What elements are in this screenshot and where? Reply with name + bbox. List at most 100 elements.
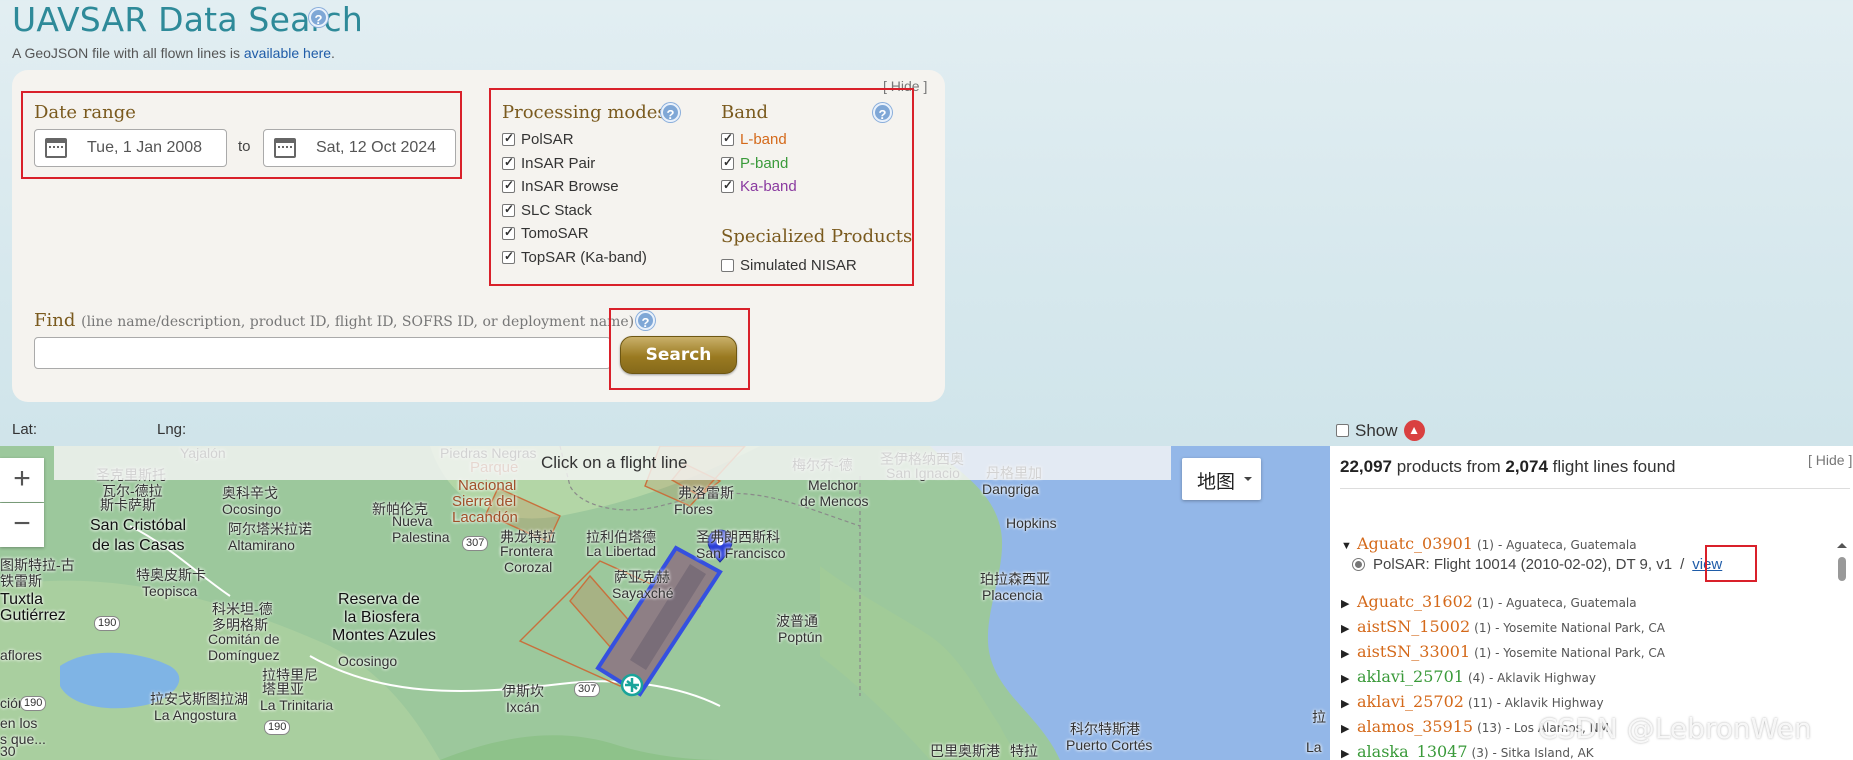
search-button[interactable]: Search bbox=[620, 336, 737, 374]
product-row[interactable]: PolSAR: Flight 10014 (2010-02-02), DT 9,… bbox=[1352, 556, 1722, 573]
band-option[interactable]: L-band bbox=[721, 131, 787, 148]
band-checkbox[interactable] bbox=[721, 178, 734, 194]
band-option[interactable]: Ka-band bbox=[721, 178, 797, 195]
mode-checkbox[interactable] bbox=[502, 131, 515, 146]
mode-checkbox[interactable] bbox=[502, 249, 515, 264]
date-to-field[interactable]: Sat, 12 Oct 2024 bbox=[263, 129, 456, 167]
route-badge: 190 bbox=[264, 720, 291, 735]
lng-label: Lng: bbox=[157, 421, 187, 438]
date-from-field[interactable]: Tue, 1 Jan 2008 bbox=[34, 129, 227, 167]
caret-down-icon bbox=[1244, 477, 1252, 485]
calendar-icon bbox=[45, 138, 67, 158]
route-badge: 190 bbox=[94, 616, 121, 631]
flight-line-name[interactable]: Aguatc_31602 bbox=[1357, 592, 1473, 611]
flight-line-name[interactable]: alamos_35915 bbox=[1357, 717, 1473, 736]
mode-option[interactable]: TomoSAR bbox=[502, 225, 589, 242]
map-place-label: 阿尔塔米拉诺 bbox=[228, 521, 312, 537]
results-count-suffix: flight lines found bbox=[1547, 457, 1676, 476]
mode-option[interactable]: TopSAR (Ka-band) bbox=[502, 249, 647, 266]
scrollbar-thumb[interactable] bbox=[1838, 557, 1846, 581]
find-input[interactable] bbox=[34, 337, 611, 369]
expand-icon[interactable]: ▶ bbox=[1341, 647, 1353, 660]
mode-option-label: SLC Stack bbox=[521, 201, 592, 219]
band-checkbox[interactable] bbox=[721, 155, 734, 170]
map-place-label: Poptún bbox=[778, 629, 823, 645]
mode-option[interactable]: SLC Stack bbox=[502, 202, 592, 219]
geojson-note-end: . bbox=[331, 45, 335, 61]
specialized-products-label: Specialized Products bbox=[721, 226, 913, 247]
map-place-label: 伊斯坎 bbox=[502, 683, 544, 699]
expand-icon[interactable]: ▶ bbox=[1341, 697, 1353, 710]
mode-option[interactable]: InSAR Browse bbox=[502, 178, 619, 195]
expand-icon[interactable]: ▶ bbox=[1341, 672, 1353, 685]
mode-option[interactable]: InSAR Pair bbox=[502, 155, 595, 172]
flight-line-count: (1) bbox=[1474, 646, 1492, 660]
map-place-label: 科米坦-德 bbox=[212, 601, 273, 617]
flight-line-row[interactable]: ▶ aistSN_33001 (1) - Yosemite National Park… bbox=[1341, 642, 1665, 661]
map-place-label: Lacandón bbox=[452, 509, 518, 526]
flight-line-name[interactable]: aistSN_33001 bbox=[1357, 642, 1470, 661]
help-icon[interactable]: ? bbox=[873, 103, 892, 122]
scroll-up-icon[interactable] bbox=[1837, 538, 1847, 548]
flight-line-name[interactable]: alaska_13047 bbox=[1357, 742, 1468, 760]
map-place-label: 特拉 bbox=[1010, 743, 1038, 759]
flight-line-count: (1) bbox=[1476, 538, 1494, 552]
flight-line-row[interactable]: ▶ aklavi_25701 (4) - Aklavik Highway bbox=[1341, 667, 1596, 686]
map-place-label: 斯卡萨斯 bbox=[100, 497, 156, 513]
mode-checkbox[interactable] bbox=[502, 225, 515, 241]
map-type-dropdown[interactable]: 地图 bbox=[1182, 458, 1261, 500]
flight-line-row[interactable]: ▶ aklavi_25702 (11) - Aklavik Highway bbox=[1341, 692, 1604, 711]
map-place-label: 特奥皮斯卡 bbox=[136, 567, 206, 583]
expand-icon[interactable]: ▶ bbox=[1341, 622, 1353, 635]
map-place-label: Ocosingo bbox=[222, 501, 282, 517]
flight-line-name[interactable]: aklavi_25702 bbox=[1357, 692, 1464, 711]
map-place-label: 奥科辛戈 bbox=[222, 485, 278, 501]
show-checkbox[interactable] bbox=[1336, 424, 1349, 437]
find-label-text: Find bbox=[34, 310, 76, 331]
help-icon[interactable]: ? bbox=[309, 8, 328, 27]
help-icon[interactable]: ? bbox=[661, 103, 680, 122]
mode-checkbox[interactable] bbox=[502, 178, 515, 194]
map-place-label: Domínguez bbox=[208, 647, 280, 663]
show-toggle[interactable]: Show ▲ bbox=[1336, 420, 1425, 441]
map-view[interactable]: YajalónPiedras NegrasParqueNacionalSierr… bbox=[0, 446, 1330, 760]
map-place-label: Sierra del bbox=[452, 493, 517, 510]
mode-checkbox[interactable] bbox=[502, 202, 515, 217]
map-place-label: 珀拉森西亚 bbox=[980, 571, 1050, 587]
mode-checkbox[interactable] bbox=[502, 155, 515, 170]
band-option[interactable]: P-band bbox=[721, 155, 788, 172]
flight-line-row[interactable]: ▶ aistSN_15002 (1) - Yosemite National Park… bbox=[1341, 617, 1665, 636]
flight-line-name[interactable]: Aguatc_03901 bbox=[1357, 534, 1473, 553]
flight-line-count: (3) bbox=[1471, 746, 1489, 760]
hide-results-link[interactable]: [ Hide ] bbox=[1808, 452, 1852, 468]
collapse-icon[interactable]: ▼ bbox=[1341, 540, 1353, 552]
map-place-label: 塔里亚 bbox=[262, 681, 304, 697]
specialized-option[interactable]: Simulated NISAR bbox=[721, 257, 857, 274]
map-place-label: de las Casas bbox=[92, 537, 185, 554]
product-radio[interactable] bbox=[1352, 558, 1365, 571]
geojson-link[interactable]: available here bbox=[244, 45, 331, 61]
map-place-label: aflores bbox=[0, 647, 43, 663]
flight-line-count: (11) bbox=[1467, 696, 1493, 710]
line-count: 2,074 bbox=[1505, 457, 1548, 476]
flight-line-desc: - Aguateca, Guatemala bbox=[1497, 538, 1637, 552]
mode-option[interactable]: PolSAR bbox=[502, 131, 574, 148]
zoom-out-button[interactable]: − bbox=[0, 503, 44, 547]
flight-line-name[interactable]: aistSN_15002 bbox=[1357, 617, 1470, 636]
map-place-label: Hopkins bbox=[1006, 515, 1057, 531]
map-place-label: La bbox=[1306, 739, 1322, 755]
flight-line-row[interactable]: ▼ Aguatc_03901 (1) - Aguateca, Guatemala bbox=[1341, 534, 1637, 553]
expand-icon[interactable]: ▶ bbox=[1341, 722, 1353, 735]
zoom-in-button[interactable]: + bbox=[0, 458, 44, 502]
expand-icon[interactable]: ▶ bbox=[1341, 597, 1353, 610]
specialized-checkbox[interactable] bbox=[721, 259, 734, 272]
map-place-label: Comitán de bbox=[208, 631, 280, 647]
map-place-label: 弗洛雷斯 bbox=[678, 485, 734, 501]
warning-icon[interactable]: ▲ bbox=[1403, 420, 1425, 441]
map-place-label: 拉 bbox=[1312, 709, 1326, 725]
band-checkbox[interactable] bbox=[721, 131, 734, 146]
map-place-label: 巴里奥斯港 bbox=[930, 743, 1000, 759]
expand-icon[interactable]: ▶ bbox=[1341, 747, 1353, 760]
flight-line-name[interactable]: aklavi_25701 bbox=[1357, 667, 1464, 686]
flight-line-row[interactable]: ▶ Aguatc_31602 (1) - Aguateca, Guatemala bbox=[1341, 592, 1637, 611]
